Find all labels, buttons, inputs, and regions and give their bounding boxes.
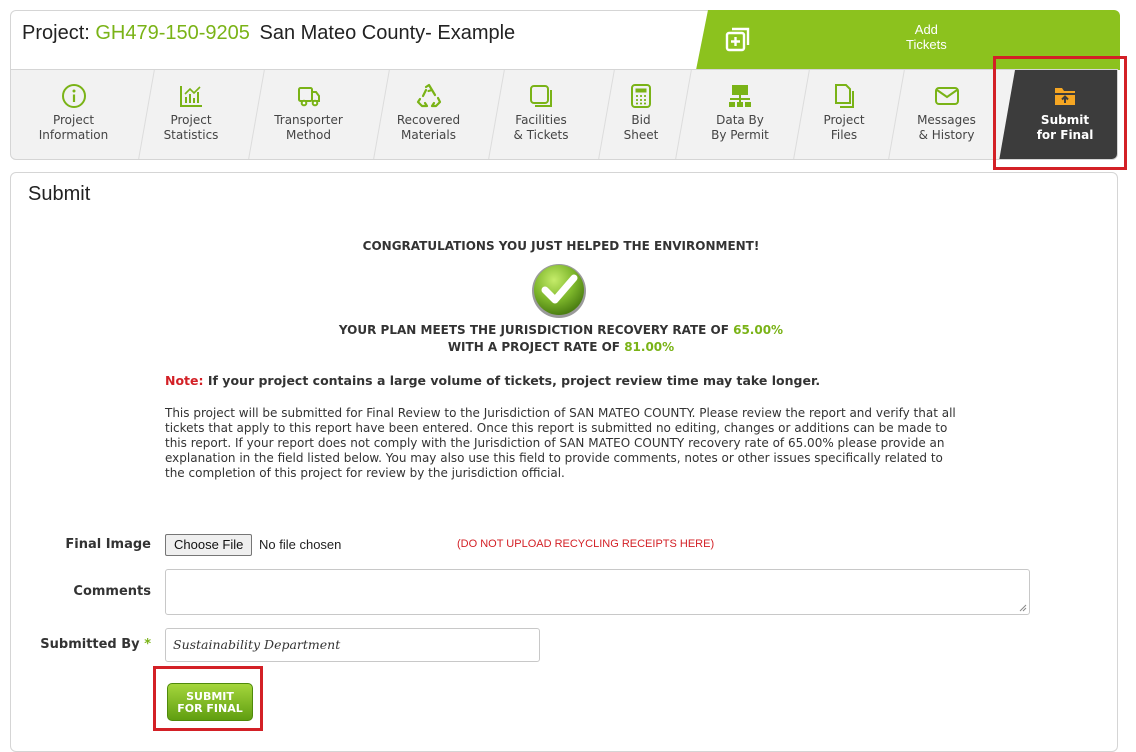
network-icon — [729, 85, 751, 107]
submitted-by-input[interactable]: Sustainability Department — [165, 628, 540, 662]
jurisdiction-rate-line: YOUR PLAN MEETS THE JURISDICTION RECOVER… — [338, 323, 784, 337]
info-icon — [61, 84, 86, 108]
highlight-submit-tab — [993, 56, 1127, 170]
submit-panel: Submit CONGRATULATIONS YOU JUST HELPED T… — [10, 172, 1118, 752]
recycle-icon — [416, 83, 441, 108]
final-image-label: Final Image — [65, 537, 151, 552]
tab-project-files[interactable]: Project Files — [794, 70, 894, 159]
truck-icon — [297, 87, 320, 107]
calculator-icon — [631, 84, 651, 108]
comments-textarea[interactable] — [165, 569, 1030, 615]
project-code: GH479-150-9205 — [95, 22, 250, 44]
jurisdiction-rate-value: 65.00% — [733, 323, 784, 337]
tab-facilities-tickets[interactable]: Facilities & Tickets — [486, 70, 596, 159]
add-ticket-icon — [725, 27, 750, 52]
required-mark: * — [144, 637, 151, 652]
tab-transporter-method[interactable]: Transporter Method — [246, 70, 371, 159]
tab-bid-sheet[interactable]: Bid Sheet — [596, 70, 686, 159]
tab-messages-history[interactable]: Messages & History — [894, 70, 999, 159]
file-status: No file chosen — [259, 537, 342, 552]
ticket-icon — [530, 85, 552, 107]
submitted-by-label: Submitted By * — [40, 637, 151, 652]
tab-recovered-materials[interactable]: Recovered Materials — [371, 70, 486, 159]
add-tickets-label: Add Tickets — [906, 22, 947, 52]
project-name: San Mateo County- Example — [259, 22, 516, 44]
tab-data-by-permit[interactable]: Data By By Permit — [686, 70, 794, 159]
project-title: Project: GH479-150-9205 San Mateo County… — [22, 22, 515, 45]
mail-icon — [934, 87, 959, 105]
project-rate-value: 81.00% — [624, 340, 675, 354]
submission-description: This project will be submitted for Final… — [165, 406, 956, 480]
chart-icon — [180, 86, 202, 107]
project-label: Project: — [22, 22, 90, 44]
upload-warning: (DO NOT UPLOAD RECYCLING RECEIPTS HERE) — [457, 538, 715, 550]
tab-project-information[interactable]: Project Information — [11, 70, 136, 159]
highlight-submit-button — [153, 666, 263, 731]
project-nav: Project Information Project Statistics Tra… — [10, 69, 1118, 160]
project-header: Project: GH479-150-9205 San Mateo County… — [10, 10, 1120, 70]
comments-label: Comments — [73, 584, 151, 599]
tab-project-statistics[interactable]: Project Statistics — [136, 70, 246, 159]
panel-title: Submit — [28, 183, 91, 205]
files-icon — [835, 84, 854, 108]
resize-grip-icon[interactable] — [1019, 604, 1027, 612]
choose-file-button[interactable]: Choose File — [165, 534, 253, 556]
project-rate-line: WITH A PROJECT RATE OF 81.00% — [447, 340, 675, 354]
congrats-message: CONGRATULATIONS YOU JUST HELPED THE ENVI… — [362, 239, 760, 253]
note-message: Note: If your project contains a large v… — [165, 373, 821, 388]
checkmark-icon — [532, 264, 586, 318]
